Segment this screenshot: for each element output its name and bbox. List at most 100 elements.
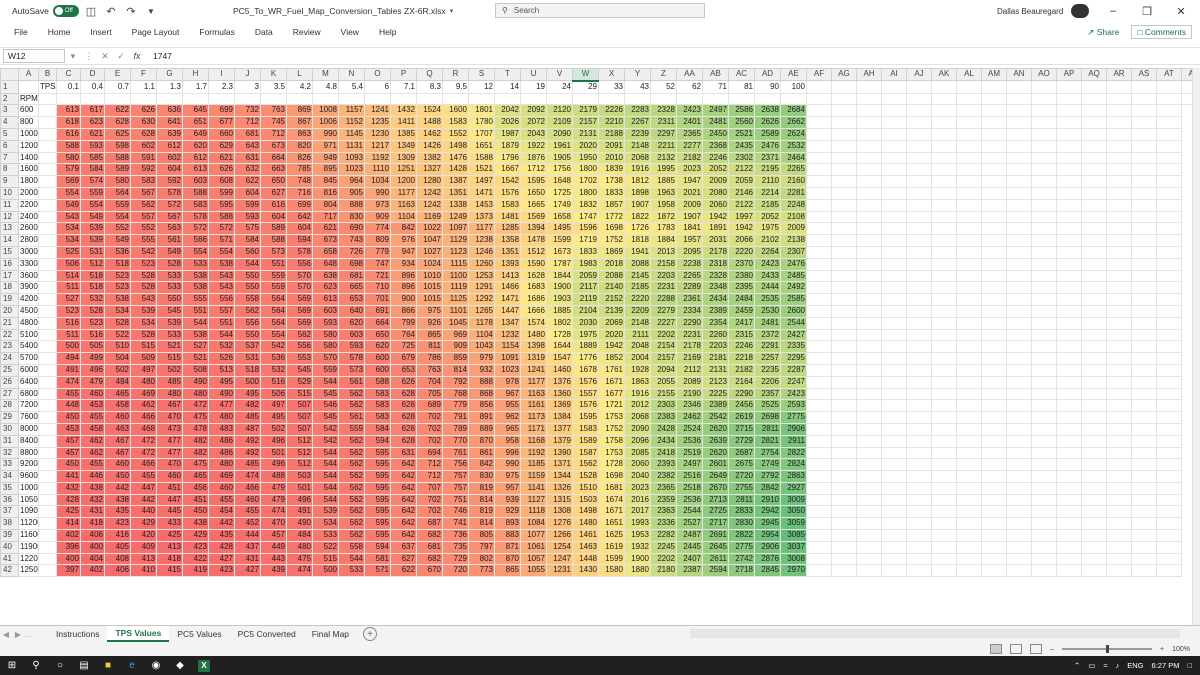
value-cell[interactable]: 1678 xyxy=(572,363,599,377)
cell[interactable] xyxy=(806,304,832,318)
value-cell[interactable]: 507 xyxy=(286,411,313,424)
value-cell[interactable]: 562 xyxy=(338,481,365,495)
value-cell[interactable]: 1023 xyxy=(494,363,521,377)
cell[interactable] xyxy=(981,470,1007,483)
value-cell[interactable]: 814 xyxy=(468,493,495,507)
cell[interactable] xyxy=(1056,293,1082,306)
cell[interactable] xyxy=(831,458,857,472)
row-header[interactable]: 22 xyxy=(0,328,19,342)
tps-header-cell[interactable]: 5.4 xyxy=(338,80,365,94)
cell[interactable] xyxy=(1081,340,1107,354)
value-cell[interactable]: 556 xyxy=(286,257,313,271)
value-cell[interactable]: 2226 xyxy=(598,104,625,118)
value-cell[interactable]: 1241 xyxy=(364,104,391,118)
sheet-more-icon[interactable]: … xyxy=(24,630,48,639)
cell[interactable] xyxy=(650,92,677,106)
value-cell[interactable]: 509 xyxy=(130,352,157,365)
cell[interactable] xyxy=(881,529,907,542)
cell[interactable] xyxy=(38,222,57,236)
value-cell[interactable]: 442 xyxy=(130,493,157,507)
cell[interactable] xyxy=(364,92,391,106)
cell[interactable] xyxy=(1081,163,1107,177)
value-cell[interactable]: 552 xyxy=(130,222,157,236)
value-cell[interactable]: 429 xyxy=(130,517,157,531)
cell[interactable] xyxy=(956,139,982,153)
value-cell[interactable]: 567 xyxy=(130,186,157,200)
value-cell[interactable]: 600 xyxy=(364,352,391,365)
cell[interactable] xyxy=(856,257,882,271)
value-cell[interactable]: 2434 xyxy=(650,434,677,448)
value-cell[interactable]: 2157 xyxy=(572,116,599,129)
cell[interactable] xyxy=(956,92,982,106)
cell[interactable] xyxy=(831,316,857,330)
cell[interactable] xyxy=(806,411,832,424)
value-cell[interactable]: 2227 xyxy=(650,316,677,330)
cell[interactable] xyxy=(38,104,57,118)
value-cell[interactable]: 612 xyxy=(156,139,183,153)
value-cell[interactable]: 650 xyxy=(260,175,287,188)
cell[interactable] xyxy=(1006,446,1032,460)
cell[interactable] xyxy=(931,151,957,165)
value-cell[interactable]: 492 xyxy=(234,446,261,460)
value-cell[interactable]: 909 xyxy=(442,340,469,354)
tps-header-cell[interactable]: 3 xyxy=(234,80,261,94)
cell[interactable] xyxy=(1056,139,1082,153)
value-cell[interactable]: 2214 xyxy=(754,186,781,200)
cell[interactable] xyxy=(956,175,982,188)
column-header-aj[interactable]: AJ xyxy=(906,68,932,82)
value-cell[interactable]: 1344 xyxy=(546,470,573,483)
cell[interactable] xyxy=(931,116,957,129)
value-cell[interactable]: 490 xyxy=(286,517,313,531)
column-header-ar[interactable]: AR xyxy=(1106,68,1132,82)
column-header-j[interactable]: J xyxy=(234,68,261,82)
value-cell[interactable]: 575 xyxy=(234,222,261,236)
name-box-dropdown-icon[interactable]: ▾ xyxy=(65,51,81,62)
cell[interactable] xyxy=(1056,399,1082,413)
value-cell[interactable]: 2318 xyxy=(702,257,729,271)
cell[interactable] xyxy=(1006,104,1032,118)
value-cell[interactable]: 1265 xyxy=(468,304,495,318)
rpm-cell[interactable]: 6000 xyxy=(18,363,39,377)
cell[interactable] xyxy=(1056,470,1082,483)
value-cell[interactable]: 1650 xyxy=(520,186,547,200)
cell[interactable] xyxy=(676,92,703,106)
value-cell[interactable]: 527 xyxy=(56,293,81,306)
cell[interactable] xyxy=(931,269,957,283)
value-cell[interactable]: 1958 xyxy=(650,198,677,212)
value-cell[interactable]: 2179 xyxy=(572,104,599,118)
value-cell[interactable]: 905 xyxy=(338,186,365,200)
cell[interactable] xyxy=(1056,116,1082,129)
value-cell[interactable]: 1863 xyxy=(624,375,651,389)
value-cell[interactable]: 580 xyxy=(312,328,339,342)
cell[interactable] xyxy=(906,564,932,578)
value-cell[interactable]: 816 xyxy=(312,186,339,200)
cell[interactable] xyxy=(806,116,832,129)
cell[interactable] xyxy=(806,210,832,224)
value-cell[interactable]: 2906 xyxy=(754,540,781,554)
value-cell[interactable]: 1671 xyxy=(598,505,625,519)
value-cell[interactable]: 2775 xyxy=(728,540,755,554)
value-cell[interactable]: 865 xyxy=(416,328,443,342)
cell[interactable] xyxy=(806,458,832,472)
value-cell[interactable]: 2830 xyxy=(728,517,755,531)
zoom-out-icon[interactable]: – xyxy=(1050,646,1054,653)
cell[interactable] xyxy=(831,175,857,188)
value-cell[interactable]: 2822 xyxy=(728,529,755,542)
value-cell[interactable]: 432 xyxy=(80,493,105,507)
column-header-q[interactable]: Q xyxy=(416,68,443,82)
value-cell[interactable]: 2302 xyxy=(728,151,755,165)
value-cell[interactable]: 653 xyxy=(390,363,417,377)
value-cell[interactable]: 492 xyxy=(234,434,261,448)
value-cell[interactable]: 1576 xyxy=(572,399,599,413)
cell[interactable] xyxy=(1031,340,1057,354)
column-header-y[interactable]: Y xyxy=(624,68,651,82)
value-cell[interactable]: 400 xyxy=(80,540,105,554)
value-cell[interactable]: 1651 xyxy=(468,139,495,153)
tps-header-cell[interactable]: 12 xyxy=(468,80,495,94)
value-cell[interactable]: 745 xyxy=(260,116,287,129)
value-cell[interactable]: 457 xyxy=(56,446,81,460)
value-cell[interactable]: 1097 xyxy=(442,222,469,236)
value-cell[interactable]: 544 xyxy=(182,316,209,330)
value-cell[interactable]: 1326 xyxy=(546,481,573,495)
column-header-af[interactable]: AF xyxy=(806,68,832,82)
